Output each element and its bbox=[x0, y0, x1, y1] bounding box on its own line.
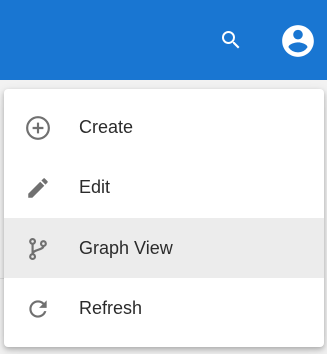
app-bar bbox=[0, 0, 327, 80]
menu-item-label: Edit bbox=[79, 177, 111, 197]
menu-item-label: Graph View bbox=[79, 238, 173, 258]
search-icon bbox=[222, 31, 240, 49]
search-button[interactable] bbox=[217, 26, 245, 54]
account-button[interactable] bbox=[279, 22, 317, 60]
menu-item-label: Refresh bbox=[79, 298, 143, 318]
menu-item-graph-view[interactable]: Graph View bbox=[4, 218, 324, 278]
menu-item-refresh[interactable]: Refresh bbox=[4, 278, 324, 338]
branch-icon bbox=[25, 236, 51, 262]
menu-item-edit[interactable]: Edit bbox=[4, 157, 324, 217]
account-circle-icon bbox=[282, 25, 314, 57]
menu-item-create[interactable]: Create bbox=[4, 97, 324, 157]
context-menu: Create Edit Graph View Refresh bbox=[4, 89, 324, 347]
menu-item-label: Create bbox=[79, 117, 134, 137]
refresh-icon bbox=[25, 296, 51, 322]
pencil-icon bbox=[25, 175, 51, 201]
add-circle-outline-icon bbox=[25, 115, 51, 141]
